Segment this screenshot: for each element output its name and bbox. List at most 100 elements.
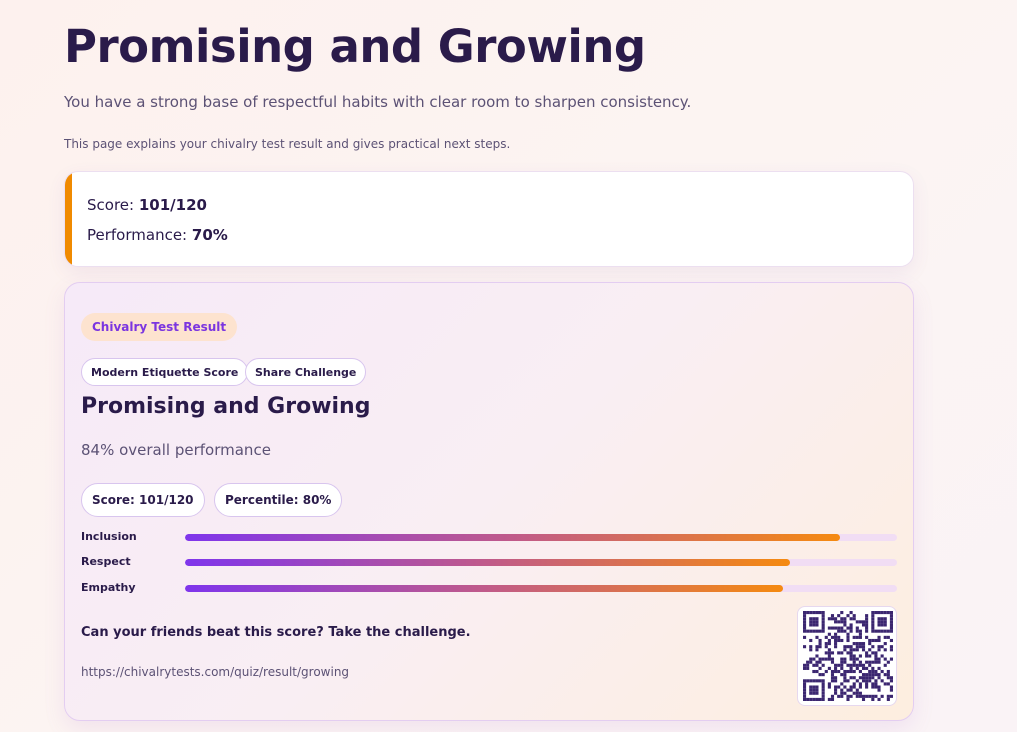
qr-module: [840, 663, 844, 667]
qr-module: [886, 635, 890, 639]
qr-module: [871, 629, 875, 633]
qr-module: [868, 648, 872, 652]
qr-module: [861, 642, 866, 646]
qr-module: [874, 682, 878, 686]
qr-module: [806, 666, 810, 670]
qr-module: [865, 617, 869, 621]
qr-module: [858, 691, 862, 695]
qr-module: [834, 645, 838, 649]
qr-module: [852, 682, 856, 686]
qr-module: [855, 688, 859, 692]
qr-module: [880, 629, 884, 633]
qr-module: [858, 632, 862, 636]
qr-module: [889, 611, 893, 615]
qr-module: [889, 685, 893, 689]
result-url[interactable]: https://chivalrytests.com/quiz/result/gr…: [81, 665, 349, 679]
qr-module: [871, 611, 875, 615]
qr-code-graphic: [803, 611, 893, 701]
qr-module: [861, 673, 866, 677]
qr-module: [803, 688, 807, 692]
score-label: Score:: [87, 196, 139, 214]
qr-module: [877, 676, 881, 680]
qr-module: [858, 669, 862, 674]
qr-module: [815, 623, 819, 627]
qr-module: [803, 697, 807, 701]
qr-module: [880, 623, 884, 627]
qr-module: [821, 629, 825, 633]
qr-module: [803, 663, 807, 667]
qr-module: [821, 682, 825, 686]
qr-module: [865, 660, 869, 664]
qr-module: [809, 688, 813, 692]
qr-module: [889, 617, 893, 621]
qr-module: [874, 611, 878, 615]
qr-code-icon[interactable]: [797, 606, 897, 706]
score-value: 101/120: [138, 196, 207, 214]
qr-module: [855, 648, 859, 652]
qr-module: [812, 657, 816, 661]
chip-share-challenge[interactable]: Share Challenge: [245, 358, 367, 386]
qr-module: [809, 657, 813, 661]
qr-module: [861, 620, 866, 624]
qr-module: [815, 691, 819, 695]
qr-module: [883, 629, 887, 633]
qr-module: [809, 629, 813, 633]
result-tag: Chivalry Test Result: [81, 313, 238, 341]
qr-module: [868, 654, 872, 658]
qr-module: [809, 638, 813, 643]
qr-module: [821, 657, 825, 661]
qr-module: [849, 666, 853, 670]
qr-module: [840, 620, 844, 624]
qr-module: [846, 635, 850, 639]
qr-module: [840, 651, 844, 655]
qr-module: [815, 697, 819, 701]
qr-module: [858, 645, 862, 649]
qr-module: [809, 679, 813, 683]
qr-module: [821, 688, 825, 692]
qr-module: [815, 635, 819, 639]
qr-module: [861, 648, 866, 652]
qr-module: [818, 666, 822, 670]
qr-module: [834, 679, 838, 683]
qr-module: [840, 626, 844, 630]
qr-module: [834, 635, 838, 639]
qr-module: [837, 663, 841, 667]
qr-module: [868, 673, 872, 677]
qr-module: [818, 657, 822, 661]
qr-module: [834, 620, 838, 624]
qr-module: [846, 645, 850, 649]
qr-module: [852, 676, 856, 680]
qr-module: [843, 623, 847, 627]
performance-line: Performance: 70%: [87, 226, 228, 244]
qr-module: [871, 676, 875, 680]
qr-module: [852, 663, 856, 667]
qr-module: [827, 682, 831, 686]
qr-module: [849, 617, 853, 621]
qr-module: [880, 669, 884, 674]
qr-module: [803, 666, 807, 670]
qr-module: [821, 691, 825, 695]
qr-module: [843, 617, 847, 621]
page-explanation: This page explains your chivalry test re…: [64, 137, 511, 151]
qr-module: [877, 638, 881, 643]
qr-module: [815, 645, 819, 649]
qr-module: [812, 688, 816, 692]
qr-module: [871, 697, 875, 701]
qr-module: [874, 685, 878, 689]
qr-module: [865, 679, 869, 683]
qr-module: [874, 654, 878, 658]
qr-module: [818, 642, 822, 646]
page-subtitle: You have a strong base of respectful hab…: [64, 93, 692, 111]
qr-module: [812, 663, 816, 667]
qr-module: [812, 611, 816, 615]
qr-module: [827, 654, 831, 658]
qr-module: [852, 617, 856, 621]
qr-module: [871, 673, 875, 677]
qr-module: [830, 635, 835, 639]
qr-module: [840, 688, 844, 692]
qr-module: [849, 626, 853, 630]
qr-module: [809, 617, 813, 621]
qr-module: [821, 697, 825, 701]
qr-module: [858, 635, 862, 639]
qr-module: [883, 611, 887, 615]
